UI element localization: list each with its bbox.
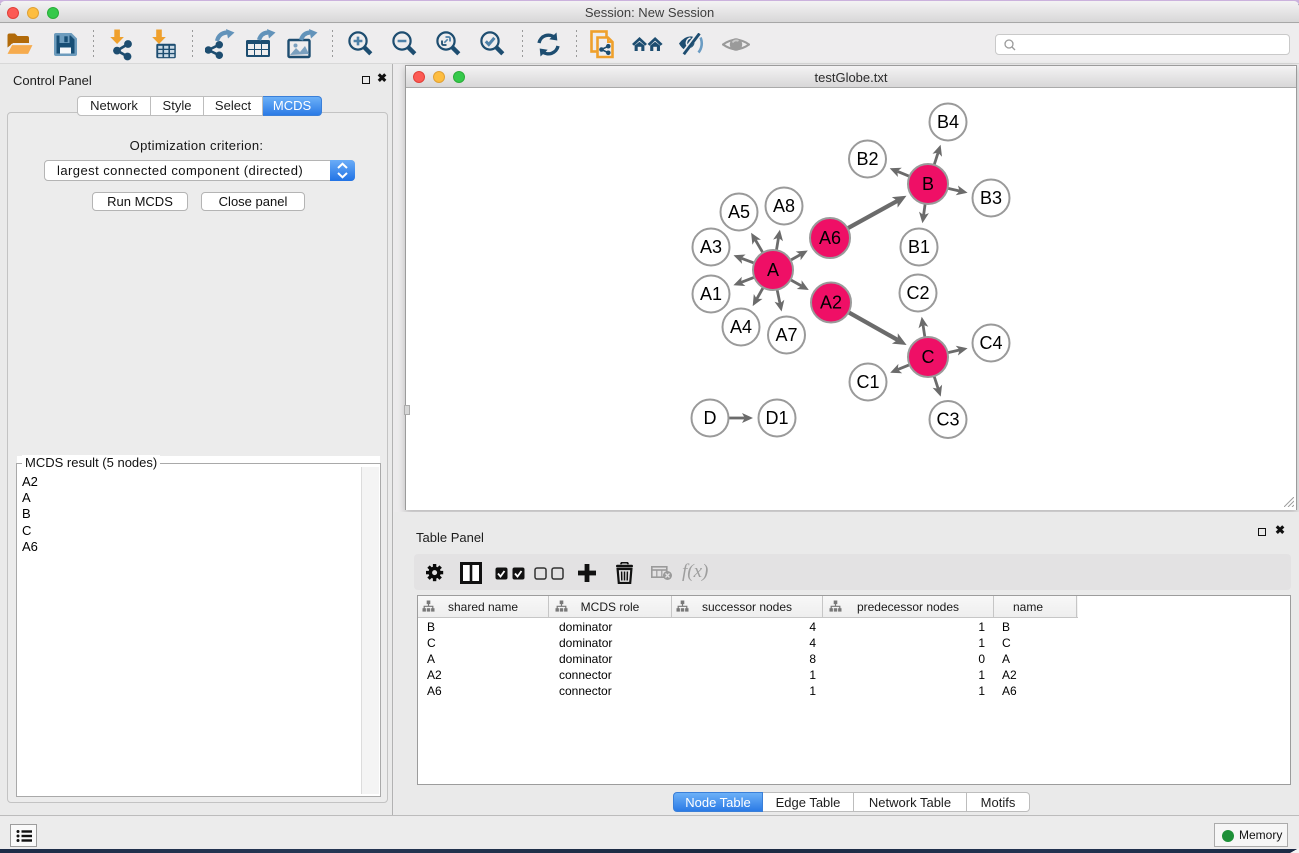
svg-text:A6: A6 (819, 228, 841, 248)
svg-text:B4: B4 (937, 112, 959, 132)
svg-text:A: A (767, 260, 779, 280)
svg-text:B2: B2 (856, 149, 878, 169)
svg-text:D: D (704, 408, 717, 428)
svg-text:C4: C4 (979, 333, 1002, 353)
svg-text:A5: A5 (728, 202, 750, 222)
svg-text:A1: A1 (700, 284, 722, 304)
svg-text:A2: A2 (820, 293, 842, 313)
svg-text:C1: C1 (856, 372, 879, 392)
svg-text:B3: B3 (980, 188, 1002, 208)
svg-text:A8: A8 (773, 196, 795, 216)
svg-text:A4: A4 (730, 317, 752, 337)
svg-text:D1: D1 (765, 408, 788, 428)
svg-text:B1: B1 (908, 237, 930, 257)
svg-text:C3: C3 (936, 410, 959, 430)
svg-text:B: B (922, 174, 934, 194)
svg-text:A7: A7 (775, 325, 797, 345)
svg-text:C: C (922, 347, 935, 367)
svg-text:A3: A3 (700, 237, 722, 257)
svg-text:C2: C2 (906, 283, 929, 303)
